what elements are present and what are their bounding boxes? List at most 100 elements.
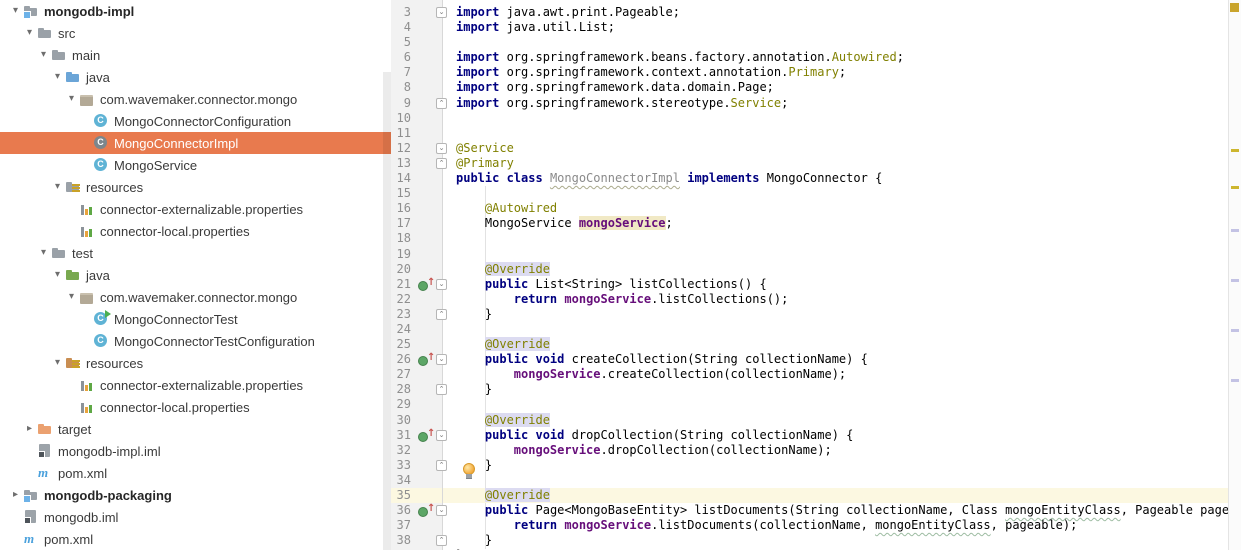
error-stripe-mark-warning[interactable] (1231, 186, 1239, 189)
error-stripe-mark-usage[interactable] (1231, 329, 1239, 332)
intention-bulb-icon[interactable] (463, 463, 474, 478)
gutter-line-37[interactable]: 37 (391, 518, 442, 533)
line-number[interactable]: 33 (397, 458, 411, 473)
line-number[interactable]: 36 (397, 503, 411, 518)
gutter-line-14[interactable]: 14 (391, 171, 442, 186)
gutter-line-20[interactable]: 20 (391, 262, 442, 277)
expanded-arrow-icon[interactable]: ▾ (64, 286, 79, 308)
code-line-35[interactable]: @Override (443, 488, 1229, 503)
gutter-line-13[interactable]: 13⌃ (391, 156, 442, 171)
code-line-28[interactable]: } (443, 382, 1229, 397)
tree-item-pom-xml[interactable]: mpom.xml (0, 462, 391, 484)
line-number[interactable]: 10 (397, 111, 411, 126)
tree-item-main[interactable]: ▾main (0, 44, 391, 66)
gutter-line-16[interactable]: 16 (391, 201, 442, 216)
line-number[interactable]: 21 (397, 277, 411, 292)
line-number[interactable]: 8 (404, 80, 411, 95)
code-line-27[interactable]: mongoService.createCollection(collection… (443, 367, 1229, 382)
gutter-line-25[interactable]: 25 (391, 337, 442, 352)
code-line-13[interactable]: @Primary (443, 156, 1229, 171)
fold-marker-icon[interactable]: ⌄ (436, 143, 447, 154)
line-number[interactable]: 32 (397, 443, 411, 458)
fold-marker-icon[interactable]: ⌄ (436, 505, 447, 516)
expanded-arrow-icon[interactable]: ▾ (36, 242, 51, 264)
tree-item-mongodb-iml[interactable]: mongodb.iml (0, 506, 391, 528)
gutter-line-31[interactable]: 31↑⌄ (391, 428, 442, 443)
error-stripe-mark-usage[interactable] (1231, 379, 1239, 382)
expanded-arrow-icon[interactable]: ▾ (50, 66, 65, 88)
gutter-line-29[interactable]: 29 (391, 397, 442, 412)
gutter-line-27[interactable]: 27 (391, 367, 442, 382)
line-number[interactable]: 38 (397, 533, 411, 548)
gutter-line-11[interactable]: 11 (391, 126, 442, 141)
gutter-line-19[interactable]: 19 (391, 247, 442, 262)
expanded-arrow-icon[interactable]: ▾ (36, 44, 51, 66)
gutter-line-17[interactable]: 17 (391, 216, 442, 231)
code-line-26[interactable]: public void createCollection(String coll… (443, 352, 1229, 367)
expanded-arrow-icon[interactable]: ▾ (8, 0, 23, 22)
tree-item-mongoconnectortest[interactable]: CMongoConnectorTest (0, 308, 391, 330)
line-number[interactable]: 18 (397, 231, 411, 246)
fold-marker-icon[interactable]: ⌄ (436, 7, 447, 18)
tree-item-com-wavemaker-connector-mongo[interactable]: ▾com.wavemaker.connector.mongo (0, 286, 391, 308)
override-marker-icon[interactable]: ↑ (418, 505, 432, 516)
code-line-22[interactable]: return mongoService.listCollections(); (443, 292, 1229, 307)
code-line-33[interactable]: } (443, 458, 1229, 473)
gutter-line-30[interactable]: 30 (391, 413, 442, 428)
gutter-line-38[interactable]: 38⌃ (391, 533, 442, 548)
code-line-34[interactable] (443, 473, 1229, 488)
gutter-line-33[interactable]: 33⌃ (391, 458, 442, 473)
tree-item-mongoconnectortestconfiguration[interactable]: CMongoConnectorTestConfiguration (0, 330, 391, 352)
tree-item-mongodb-impl[interactable]: ▾mongodb-impl (0, 0, 391, 22)
collapsed-arrow-icon[interactable]: ▸ (8, 484, 23, 506)
code-line-31[interactable]: public void dropCollection(String collec… (443, 428, 1229, 443)
code-line-20[interactable]: @Override (443, 262, 1229, 277)
fold-marker-icon[interactable]: ⌃ (436, 535, 447, 546)
fold-marker-icon[interactable]: ⌃ (436, 98, 447, 109)
fold-marker-icon[interactable]: ⌃ (436, 309, 447, 320)
tree-item-java[interactable]: ▾java (0, 264, 391, 286)
override-marker-icon[interactable]: ↑ (418, 279, 432, 290)
code-line-7[interactable]: import org.springframework.context.annot… (443, 65, 1229, 80)
gutter-line-24[interactable]: 24 (391, 322, 442, 337)
code-line-4[interactable]: import java.util.List; (443, 20, 1229, 35)
fold-marker-icon[interactable]: ⌃ (436, 384, 447, 395)
override-marker-icon[interactable]: ↑ (418, 354, 432, 365)
code-line-15[interactable] (443, 186, 1229, 201)
code-line-14[interactable]: public class MongoConnectorImpl implemen… (443, 171, 1229, 186)
fold-marker-icon[interactable]: ⌄ (436, 354, 447, 365)
gutter-line-4[interactable]: 4 (391, 20, 442, 35)
code-line-9[interactable]: import org.springframework.stereotype.Se… (443, 96, 1229, 111)
line-number[interactable]: 37 (397, 518, 411, 533)
tree-item-resources[interactable]: ▾resources (0, 352, 391, 374)
code-line-6[interactable]: import org.springframework.beans.factory… (443, 50, 1229, 65)
project-tree-scrollbar[interactable] (383, 72, 391, 550)
gutter-line-26[interactable]: 26↑⌄ (391, 352, 442, 367)
gutter-line-7[interactable]: 7 (391, 65, 442, 80)
error-stripe-mark-usage[interactable] (1231, 279, 1239, 282)
line-number[interactable]: 20 (397, 262, 411, 277)
code-line-16[interactable]: @Autowired (443, 201, 1229, 216)
gutter-line-36[interactable]: 36↑⌄ (391, 503, 442, 518)
gutter-line-5[interactable]: 5 (391, 35, 442, 50)
code-line-24[interactable] (443, 322, 1229, 337)
collapsed-arrow-icon[interactable]: ▸ (22, 418, 37, 440)
code-line-21[interactable]: public List<String> listCollections() { (443, 277, 1229, 292)
gutter-line-9[interactable]: 9⌃ (391, 96, 442, 111)
gutter-line-22[interactable]: 22 (391, 292, 442, 307)
tree-item-com-wavemaker-connector-mongo[interactable]: ▾com.wavemaker.connector.mongo (0, 88, 391, 110)
line-number[interactable]: 30 (397, 413, 411, 428)
code-line-18[interactable] (443, 231, 1229, 246)
code-line-30[interactable]: @Override (443, 413, 1229, 428)
gutter-line-8[interactable]: 8 (391, 80, 442, 95)
line-number[interactable]: 27 (397, 367, 411, 382)
line-number[interactable]: 9 (404, 96, 411, 111)
gutter-line-28[interactable]: 28⌃ (391, 382, 442, 397)
tree-item-src[interactable]: ▾src (0, 22, 391, 44)
line-number[interactable]: 15 (397, 186, 411, 201)
gutter-line-3[interactable]: 3⌄ (391, 5, 442, 20)
line-number[interactable]: 16 (397, 201, 411, 216)
code-line-25[interactable]: @Override (443, 337, 1229, 352)
gutter-line-32[interactable]: 32 (391, 443, 442, 458)
line-number[interactable]: 13 (397, 156, 411, 171)
